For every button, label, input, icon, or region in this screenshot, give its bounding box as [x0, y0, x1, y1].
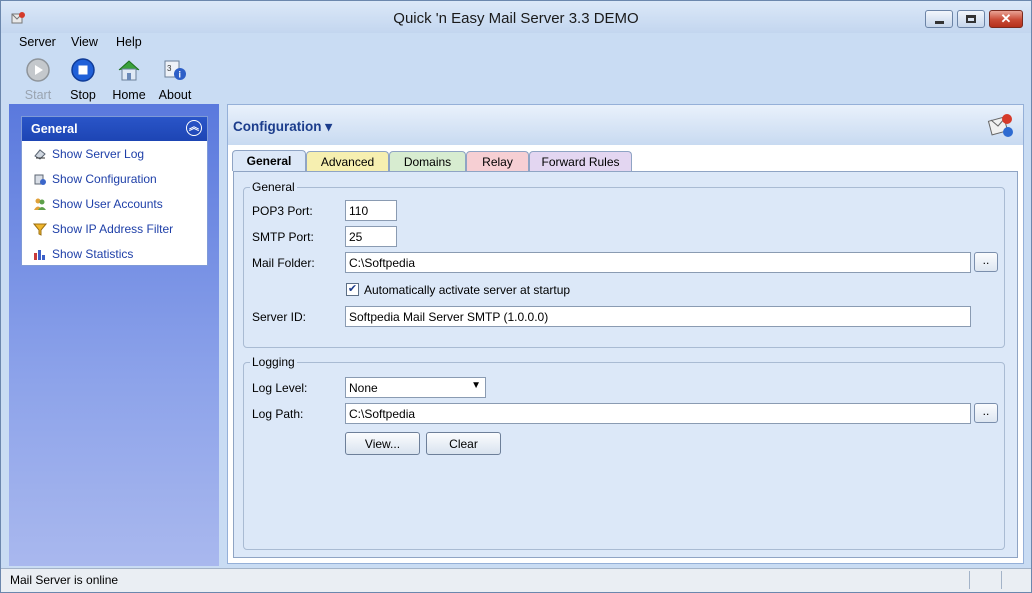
- stop-icon: [71, 58, 95, 82]
- status-text: Mail Server is online: [10, 573, 119, 587]
- sidebar-item-configuration[interactable]: Show Configuration: [22, 166, 207, 191]
- stop-button[interactable]: Stop: [60, 57, 106, 102]
- autostart-checkbox[interactable]: ✔: [346, 283, 359, 296]
- smtp-port-label: SMTP Port:: [252, 230, 314, 244]
- chevron-down-icon: ▼: [471, 380, 481, 391]
- tab-relay[interactable]: Relay: [466, 151, 529, 171]
- general-panel-header[interactable]: General ︽: [22, 117, 207, 141]
- task-pane: General ︽ Show Server Log Show Configura…: [9, 104, 219, 566]
- configuration-header: Configuration ▾: [228, 105, 1023, 145]
- play-icon: [26, 58, 50, 82]
- log-level-label: Log Level:: [252, 381, 308, 395]
- toolbar: Start Stop Home 3i About: [1, 55, 1031, 102]
- maximize-button[interactable]: [957, 10, 985, 28]
- about-button[interactable]: 3i About: [152, 57, 198, 102]
- start-button[interactable]: Start: [15, 57, 61, 102]
- log-path-label: Log Path:: [252, 407, 304, 421]
- server-id-input[interactable]: Softpedia Mail Server SMTP (1.0.0.0): [345, 306, 971, 327]
- mail-folder-label: Mail Folder:: [252, 256, 315, 270]
- app-window: Quick 'n Easy Mail Server 3.3 DEMO ✕ Ser…: [0, 0, 1032, 593]
- menu-view[interactable]: View: [71, 35, 98, 49]
- sidebar-item-ip-filter[interactable]: Show IP Address Filter: [22, 216, 207, 241]
- close-button[interactable]: ✕: [989, 10, 1023, 28]
- mail-folder-browse-button[interactable]: ..: [974, 252, 998, 272]
- tab-general[interactable]: General: [232, 150, 306, 171]
- general-panel: General ︽ Show Server Log Show Configura…: [21, 116, 208, 266]
- svg-text:3: 3: [167, 64, 172, 73]
- sidebar-item-statistics[interactable]: Show Statistics: [22, 241, 207, 266]
- pop3-port-label: POP3 Port:: [252, 204, 313, 218]
- status-bar: Mail Server is online: [1, 568, 1031, 592]
- log-icon: [34, 148, 46, 160]
- sidebar-item-server-log[interactable]: Show Server Log: [22, 141, 207, 166]
- home-button[interactable]: Home: [106, 57, 152, 102]
- log-path-input[interactable]: C:\Softpedia: [345, 403, 971, 424]
- mail-server-icon: [987, 114, 1013, 137]
- configuration-title[interactable]: Configuration ▾: [233, 119, 332, 135]
- sidebar-item-user-accounts[interactable]: Show User Accounts: [22, 191, 207, 216]
- server-id-label: Server ID:: [252, 310, 307, 324]
- status-divider: [1001, 571, 1002, 589]
- home-icon: [118, 60, 140, 81]
- log-path-browse-button[interactable]: ..: [974, 403, 998, 423]
- menu-server[interactable]: Server: [19, 35, 56, 49]
- filter-icon: [33, 223, 47, 236]
- menu-help[interactable]: Help: [116, 35, 142, 49]
- view-log-button[interactable]: View...: [345, 432, 420, 455]
- configuration-pane: Configuration ▾ General Advanced Domains…: [227, 104, 1024, 564]
- general-tab-content: General POP3 Port: 110 SMTP Port: 25 Mai…: [233, 171, 1018, 558]
- menu-bar: Server View Help: [1, 33, 1031, 53]
- title-bar: Quick 'n Easy Mail Server 3.3 DEMO ✕: [1, 1, 1031, 33]
- tab-advanced[interactable]: Advanced: [306, 151, 389, 171]
- close-icon: ✕: [1000, 11, 1012, 26]
- log-level-select[interactable]: None ▼: [345, 377, 486, 398]
- general-group-label: General: [250, 180, 297, 194]
- minimize-icon: [934, 20, 944, 24]
- tab-forward-rules[interactable]: Forward Rules: [529, 151, 632, 171]
- configuration-icon: [34, 174, 46, 185]
- about-icon: 3i: [164, 60, 186, 80]
- users-icon: [34, 198, 46, 210]
- clear-log-button[interactable]: Clear: [426, 432, 501, 455]
- maximize-icon: [966, 15, 976, 23]
- svg-text:i: i: [179, 70, 182, 80]
- collapse-icon[interactable]: ︽: [186, 120, 202, 136]
- minimize-button[interactable]: [925, 10, 953, 28]
- logging-group-label: Logging: [250, 355, 297, 369]
- general-group: General POP3 Port: 110 SMTP Port: 25 Mai…: [243, 180, 1005, 348]
- logging-group: Logging Log Level: None ▼ Log Path: C:\S…: [243, 355, 1005, 550]
- mail-folder-input[interactable]: C:\Softpedia: [345, 252, 971, 273]
- tab-domains[interactable]: Domains: [389, 151, 466, 171]
- autostart-label[interactable]: Automatically activate server at startup: [364, 283, 570, 297]
- window-title: Quick 'n Easy Mail Server 3.3 DEMO: [393, 10, 639, 27]
- statistics-icon: [34, 249, 45, 260]
- smtp-port-input[interactable]: 25: [345, 226, 397, 247]
- status-divider: [969, 571, 970, 589]
- pop3-port-input[interactable]: 110: [345, 200, 397, 221]
